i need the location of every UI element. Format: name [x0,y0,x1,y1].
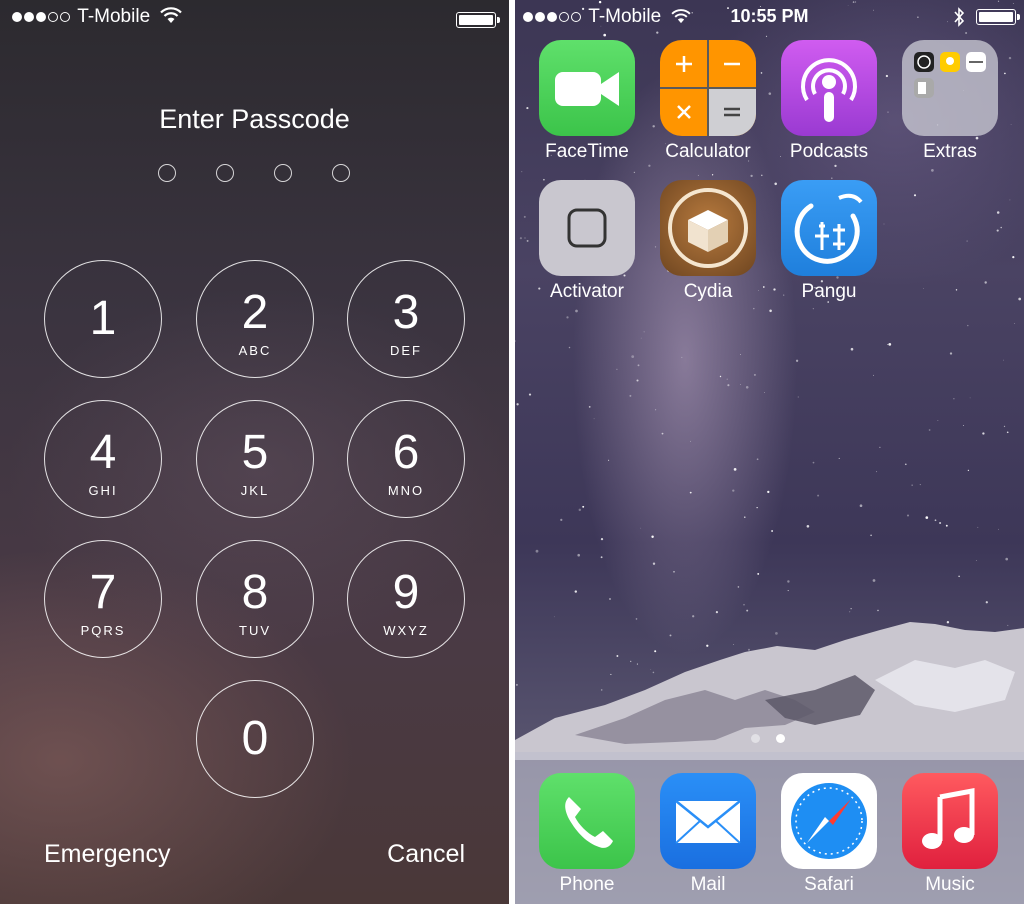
cancel-button[interactable]: Cancel [387,840,465,869]
music-icon [902,773,998,869]
app-activator[interactable]: Activator [527,180,647,303]
phone-icon [539,773,635,869]
app-podcasts[interactable]: Podcasts [769,40,889,163]
key-digit: 9 [392,566,420,619]
key-7[interactable]: 7 PQRS [44,540,162,658]
app-label: Calculator [665,141,751,162]
passcode-title: Enter Passcode [159,104,350,134]
app-calculator[interactable]: Calculator [648,40,768,163]
key-digit: 4 [89,426,117,479]
key-digit: 7 [89,566,117,619]
home-screen: T-Mobile 10:55 PM FaceTime Calculator Po… [515,0,1024,904]
app-label: Pangu [801,281,857,302]
key-letters: MNO [387,483,425,498]
bluetooth-icon [954,7,965,27]
mail-icon [660,773,756,869]
key-digit: 3 [392,286,420,339]
app-label: Mail [690,874,726,895]
key-letters: DEF [390,343,422,358]
calculator-icon [660,40,756,136]
dock-safari[interactable]: Safari [769,773,889,896]
cydia-icon [660,180,756,276]
folder-icon [902,40,998,136]
passcode-dot [274,164,292,182]
key-8[interactable]: 8 TUV [196,540,314,658]
podcasts-icon [781,40,877,136]
battery-icon [976,9,1020,25]
app-pangu[interactable]: Pangu [769,180,889,303]
key-letters: JKL [240,483,270,498]
app-label: Extras [923,141,977,162]
key-9[interactable]: 9 WXYZ [347,540,465,658]
battery-icon [456,12,500,28]
key-letters: TUV [239,623,271,638]
dock-phone[interactable]: Phone [527,773,647,896]
key-6[interactable]: 6 MNO [347,400,465,518]
folder-extras[interactable]: Extras [890,40,1010,163]
status-bar: T-Mobile [12,6,183,32]
key-1[interactable]: 1 [44,260,162,378]
key-digit: 5 [241,426,269,479]
key-5[interactable]: 5 JKL [196,400,314,518]
app-cydia[interactable]: Cydia [648,180,768,303]
facetime-icon [539,40,635,136]
app-label: Activator [550,281,624,302]
dock-mail[interactable]: Mail [648,773,768,896]
emergency-button[interactable]: Emergency [44,840,170,869]
app-label: FaceTime [545,141,629,162]
passcode-dot [332,164,350,182]
passcode-dot [158,164,176,182]
clock: 10:55 PM [730,6,809,26]
app-label: Phone [559,874,615,895]
key-digit: 6 [392,426,420,479]
carrier-name: T-Mobile [77,6,151,27]
pangu-icon [781,180,877,276]
safari-icon [781,773,877,869]
key-digit: 0 [241,712,269,765]
key-0[interactable]: 0 [196,680,314,798]
app-label: Safari [804,874,854,895]
app-label: Music [925,874,975,895]
key-4[interactable]: 4 GHI [44,400,162,518]
key-letters: PQRS [80,623,126,638]
page-indicator-dot-active[interactable] [776,734,785,743]
activator-icon [539,180,635,276]
signal-strength-icon [12,11,70,22]
key-digit: 1 [89,292,117,345]
app-label: Cydia [683,281,733,302]
passcode-dot [216,164,234,182]
page-indicator-dot[interactable] [751,734,760,743]
key-2[interactable]: 2 ABC [196,260,314,378]
app-facetime[interactable]: FaceTime [527,40,647,163]
app-label: Podcasts [789,141,869,162]
key-letters: ABC [238,343,272,358]
wifi-icon [160,7,183,23]
key-letters: GHI [88,483,118,498]
dock-music[interactable]: Music [890,773,1010,896]
lock-screen: T-Mobile Enter Passcode 1 2 ABC 3 DEF 4 … [0,0,509,904]
key-letters: WXYZ [383,623,429,638]
key-digit: 2 [241,286,269,339]
key-3[interactable]: 3 DEF [347,260,465,378]
key-digit: 8 [241,566,269,619]
